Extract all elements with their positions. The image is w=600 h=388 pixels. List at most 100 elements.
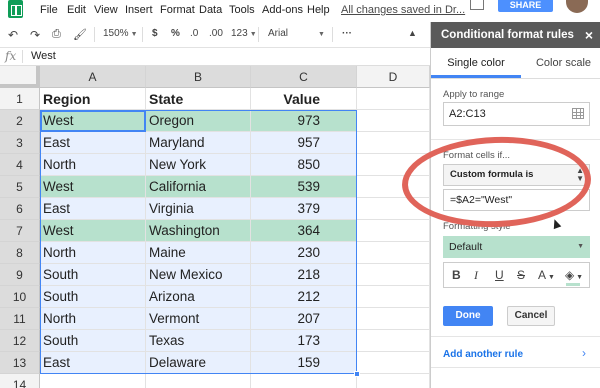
table-cell[interactable]: 230 (251, 242, 357, 264)
column-header-a[interactable]: A (40, 66, 146, 88)
table-cell[interactable]: West (40, 176, 146, 198)
currency-format-button[interactable]: $ (152, 28, 158, 39)
table-cell[interactable]: Maryland (146, 132, 251, 154)
print-icon[interactable]: ⎙ (52, 28, 61, 41)
menu-file[interactable]: File (40, 4, 58, 16)
save-status-link[interactable]: All changes saved in Dr... (341, 4, 465, 16)
table-cell[interactable]: West (40, 220, 146, 242)
cancel-button[interactable]: Cancel (507, 306, 555, 326)
chevron-right-icon[interactable]: › (582, 346, 586, 360)
bold-button[interactable]: B (452, 268, 461, 282)
table-cell[interactable]: East (40, 352, 146, 374)
table-cell[interactable]: 850 (251, 154, 357, 176)
row-header[interactable]: 8 (0, 242, 40, 264)
table-cell[interactable] (357, 198, 430, 220)
table-cell[interactable]: East (40, 198, 146, 220)
done-button[interactable]: Done (443, 306, 493, 326)
table-cell[interactable] (146, 374, 251, 388)
header-cell[interactable]: State (146, 88, 251, 110)
table-cell[interactable] (357, 176, 430, 198)
table-cell[interactable]: Vermont (146, 308, 251, 330)
menu-edit[interactable]: Edit (67, 4, 86, 16)
strikethrough-button[interactable]: S (517, 268, 525, 282)
table-cell[interactable] (40, 374, 146, 388)
row-header[interactable]: 10 (0, 286, 40, 308)
table-cell[interactable]: Arizona (146, 286, 251, 308)
table-cell[interactable]: 212 (251, 286, 357, 308)
table-cell[interactable]: 364 (251, 220, 357, 242)
table-cell[interactable] (357, 352, 430, 374)
add-another-rule-link[interactable]: Add another rule (443, 349, 523, 360)
undo-icon[interactable]: ↶ (8, 28, 18, 42)
tab-single-color[interactable]: Single color (431, 48, 521, 78)
table-cell[interactable]: 159 (251, 352, 357, 374)
table-cell[interactable]: Maine (146, 242, 251, 264)
header-cell[interactable]: Region (40, 88, 146, 110)
table-cell[interactable] (357, 264, 430, 286)
table-cell[interactable]: Delaware (146, 352, 251, 374)
table-cell[interactable]: Oregon (146, 110, 251, 132)
menu-format[interactable]: Format (160, 4, 195, 16)
avatar[interactable] (566, 0, 588, 13)
table-cell[interactable] (357, 154, 430, 176)
decrease-decimals-button[interactable]: .0 (190, 28, 198, 39)
table-cell[interactable]: East (40, 132, 146, 154)
row-header[interactable]: 3 (0, 132, 40, 154)
text-color-button[interactable]: A ▼ (538, 268, 555, 282)
menu-addons[interactable]: Add-ons (262, 4, 303, 16)
table-cell[interactable] (357, 330, 430, 352)
collapse-toolbar-icon[interactable]: ▲ (408, 28, 417, 38)
row-header[interactable]: 7 (0, 220, 40, 242)
table-cell[interactable]: South (40, 330, 146, 352)
row-header[interactable]: 11 (0, 308, 40, 330)
tab-color-scale[interactable]: Color scale (526, 48, 600, 78)
paint-format-icon[interactable]: 🖌 (73, 28, 87, 41)
custom-formula-input[interactable]: =$A2="West" (443, 189, 590, 211)
font-select[interactable]: Arial ▼ (268, 28, 325, 39)
redo-icon[interactable]: ↷ (30, 28, 40, 42)
table-cell[interactable]: 207 (251, 308, 357, 330)
condition-select[interactable]: Custom formula is ▲ ▼ (443, 164, 590, 186)
menu-view[interactable]: View (94, 4, 118, 16)
table-cell[interactable] (357, 132, 430, 154)
row-header[interactable]: 6 (0, 198, 40, 220)
more-formats-button[interactable]: 123 ▼ (231, 28, 257, 39)
row-header[interactable]: 13 (0, 352, 40, 374)
formatting-style-select[interactable]: Default ▼ (443, 236, 590, 258)
menu-tools[interactable]: Tools (229, 4, 255, 16)
table-cell[interactable]: 973 (251, 110, 357, 132)
row-header[interactable]: 2 (0, 110, 40, 132)
column-header-d[interactable]: D (357, 66, 430, 88)
table-cell[interactable]: Washington (146, 220, 251, 242)
table-cell[interactable] (251, 374, 357, 388)
table-cell[interactable]: 379 (251, 198, 357, 220)
table-cell[interactable]: South (40, 264, 146, 286)
table-cell[interactable]: 957 (251, 132, 357, 154)
column-header-b[interactable]: B (146, 66, 251, 88)
zoom-select[interactable]: 150% ▼ (103, 28, 138, 39)
row-header[interactable]: 1 (0, 88, 40, 110)
table-cell[interactable]: North (40, 308, 146, 330)
row-header[interactable]: 14 (0, 374, 40, 388)
fill-color-icon[interactable]: ◈ ▼ (565, 268, 583, 282)
header-cell[interactable] (357, 88, 430, 110)
table-cell[interactable] (357, 242, 430, 264)
table-cell[interactable] (357, 374, 430, 388)
menu-insert[interactable]: Insert (125, 4, 153, 16)
menu-data[interactable]: Data (199, 4, 222, 16)
row-header[interactable]: 5 (0, 176, 40, 198)
underline-button[interactable]: U (495, 268, 504, 282)
table-cell[interactable] (357, 110, 430, 132)
row-header[interactable]: 4 (0, 154, 40, 176)
comment-icon[interactable] (470, 0, 484, 10)
percent-format-button[interactable]: % (171, 28, 180, 39)
column-header-c[interactable]: C (251, 66, 357, 88)
sheets-logo-icon[interactable] (8, 0, 23, 18)
increase-decimals-button[interactable]: .00 (209, 28, 223, 39)
table-cell[interactable]: California (146, 176, 251, 198)
range-input[interactable]: A2:C13 (443, 102, 590, 126)
fill-handle[interactable] (354, 371, 360, 377)
select-all-corner[interactable] (0, 66, 40, 88)
share-button[interactable]: SHARE (498, 0, 553, 12)
table-cell[interactable] (357, 286, 430, 308)
